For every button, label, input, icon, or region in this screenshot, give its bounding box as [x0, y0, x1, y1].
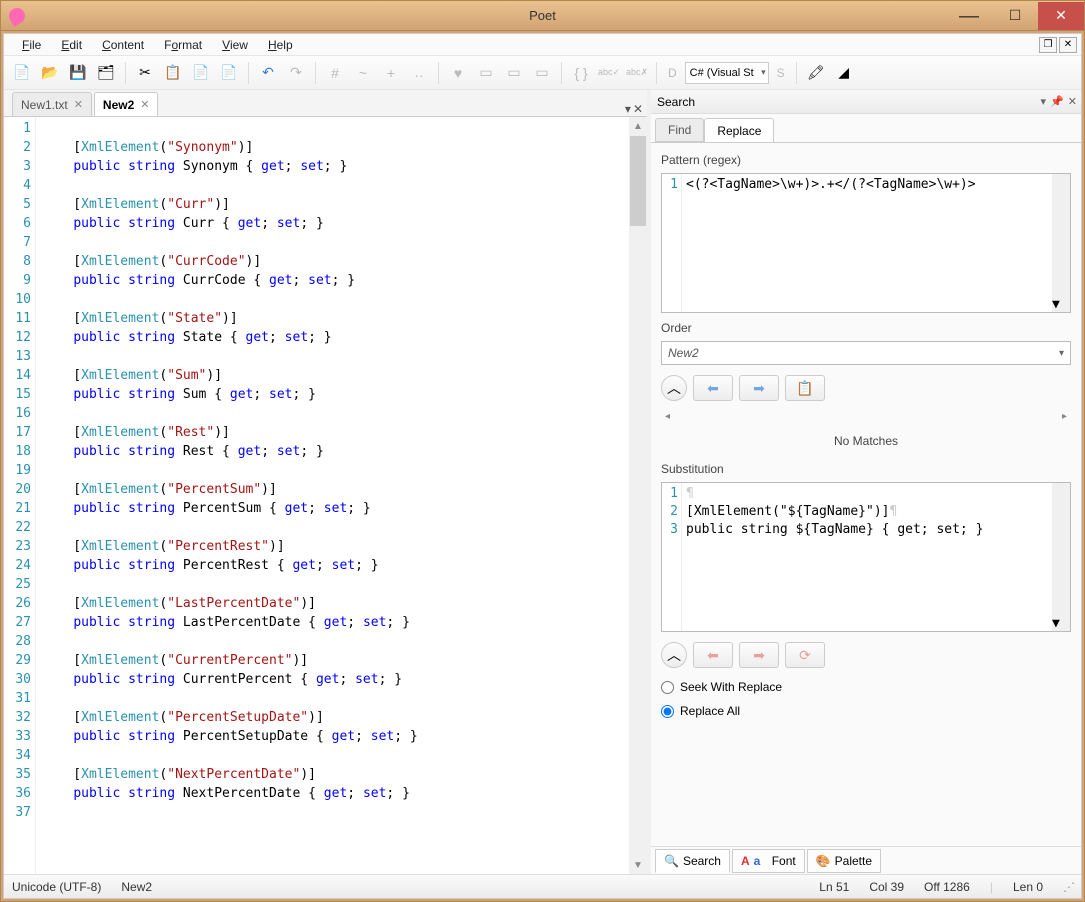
pattern-input[interactable]: 1 <(?<TagName>\w+)>.+</(?<TagName>\w+)> … — [661, 173, 1071, 313]
scroll-up-icon[interactable]: ▲ — [629, 117, 647, 135]
style-prefix: S — [773, 66, 789, 80]
language-combo[interactable]: C# (Visual St — [685, 62, 769, 84]
titlebar[interactable]: Poet — ☐ ✕ — [1, 1, 1084, 31]
redo-icon[interactable]: ↷ — [284, 61, 308, 85]
list-matches-button[interactable]: 📋 — [785, 375, 825, 401]
abc-x-icon[interactable]: abc✗ — [625, 61, 649, 85]
menu-file[interactable]: File — [14, 36, 49, 54]
menu-format[interactable]: Format — [156, 36, 210, 54]
binoculars-icon: 🔍 — [664, 854, 679, 868]
editor-pane: New1.txt✕ New2✕ ▾ ✕ 12345678910111213141… — [4, 90, 651, 874]
document-tabs: New1.txt✕ New2✕ ▾ ✕ — [4, 90, 647, 116]
order-combo[interactable]: New2 — [661, 341, 1071, 365]
dialect-prefix: D — [664, 66, 681, 80]
hash-icon[interactable]: # — [323, 61, 347, 85]
search-panel: Search ▾ 📌 ✕ Find Replace Pattern (regex… — [651, 90, 1081, 874]
restore-icon[interactable]: ❐ — [1039, 37, 1057, 53]
panel-pin-icon[interactable]: 📌 — [1050, 95, 1064, 108]
line-gutter: 1234567891011121314151617181920212223242… — [4, 117, 36, 874]
collapse-up2-button[interactable]: ︿ — [661, 642, 687, 668]
close-button[interactable]: ✕ — [1038, 2, 1084, 30]
replace-all-radio[interactable]: Replace All — [661, 702, 1071, 720]
window-title: Poet — [529, 8, 556, 23]
status-encoding: Unicode (UTF-8) — [12, 880, 101, 894]
close-tab-icon[interactable]: ✕ — [140, 98, 149, 111]
copy-icon[interactable]: 📋 — [161, 61, 185, 85]
tilde-icon[interactable]: ~ — [351, 61, 375, 85]
code-content[interactable]: [XmlElement("Synonym")] public string Sy… — [36, 117, 629, 874]
new-file-icon[interactable]: 📄 — [10, 61, 34, 85]
menu-content[interactable]: Content — [94, 36, 152, 54]
panel-close-icon[interactable]: ✕ — [1068, 95, 1077, 108]
replace-prev-button[interactable]: ⬅ — [693, 642, 733, 668]
statusbar: Unicode (UTF-8) New2 Ln 51 Col 39 Off 12… — [4, 874, 1081, 898]
scroll-down-icon[interactable]: ▼ — [629, 856, 647, 874]
pattern-label: Pattern (regex) — [661, 153, 1071, 167]
substitution-label: Substitution — [661, 462, 1071, 476]
abc-check-icon[interactable]: abc✓ — [597, 61, 621, 85]
tab-replace[interactable]: Replace — [704, 118, 774, 142]
braces-icon[interactable]: { } — [569, 61, 593, 85]
dotdot-icon[interactable]: ‥ — [407, 61, 431, 85]
status-len: Len 0 — [1013, 880, 1043, 894]
tab-new1[interactable]: New1.txt✕ — [12, 92, 92, 116]
heart-icon[interactable]: ♥ — [446, 61, 470, 85]
paste-special-icon[interactable]: 📄 — [217, 61, 241, 85]
save-all-icon[interactable]: 🗂 — [94, 61, 118, 85]
resize-grip-icon[interactable]: ⋰ — [1063, 880, 1073, 894]
tabs-dropdown-icon[interactable]: ▾ — [625, 102, 631, 116]
bottom-tab-font[interactable]: Aa Font — [732, 849, 805, 873]
plus-icon[interactable]: + — [379, 61, 403, 85]
seek-with-replace-radio[interactable]: Seek With Replace — [661, 678, 1071, 696]
open-file-icon[interactable]: 📂 — [38, 61, 62, 85]
menubar: File Edit Content Format View Help ❐ ✕ — [4, 34, 1081, 56]
tabs-close-icon[interactable]: ✕ — [633, 102, 643, 116]
menu-help[interactable]: Help — [260, 36, 301, 54]
search-panel-title: Search ▾ 📌 ✕ — [651, 90, 1081, 114]
status-line: Ln 51 — [819, 880, 849, 894]
bottom-tab-palette[interactable]: 🎨Palette — [807, 849, 881, 873]
next-match-button[interactable]: ➡ — [739, 375, 779, 401]
replace-next-button[interactable]: ➡ — [739, 642, 779, 668]
tab-find[interactable]: Find — [655, 118, 704, 142]
maximize-button[interactable]: ☐ — [992, 2, 1038, 30]
order-label: Order — [661, 321, 1071, 335]
collapse-up-button[interactable]: ︿ — [661, 375, 687, 401]
lang1-icon[interactable]: ▭ — [474, 61, 498, 85]
tab-new2[interactable]: New2✕ — [94, 92, 159, 116]
prev-match-button[interactable]: ⬅ — [693, 375, 733, 401]
highlight-icon[interactable]: 🖍 — [804, 61, 828, 85]
font-icon: A — [741, 854, 750, 868]
panel-menu-icon[interactable]: ▾ — [1041, 95, 1047, 108]
vertical-scrollbar[interactable]: ▲ ▼ — [629, 117, 647, 874]
status-off: Off 1286 — [924, 880, 970, 894]
cut-icon[interactable]: ✂ — [133, 61, 157, 85]
status-col: Col 39 — [869, 880, 904, 894]
scroll-right-icon[interactable]: ▸ — [1062, 411, 1067, 422]
scroll-thumb[interactable] — [630, 136, 646, 226]
close-inner-icon[interactable]: ✕ — [1059, 37, 1077, 53]
window: Poet — ☐ ✕ File Edit Content Format View… — [0, 0, 1085, 902]
scroll-left-icon[interactable]: ◂ — [665, 411, 670, 422]
undo-icon[interactable]: ↶ — [256, 61, 280, 85]
save-icon[interactable]: 💾 — [66, 61, 90, 85]
close-tab-icon[interactable]: ✕ — [74, 98, 83, 111]
bottom-tabs: 🔍Search Aa Font 🎨Palette — [651, 846, 1081, 874]
palette-icon: 🎨 — [816, 854, 831, 868]
menu-edit[interactable]: Edit — [53, 36, 90, 54]
paste-icon[interactable]: 📄 — [189, 61, 213, 85]
minimize-button[interactable]: — — [946, 2, 992, 30]
menu-view[interactable]: View — [214, 36, 256, 54]
replace-refresh-button[interactable]: ⟳ — [785, 642, 825, 668]
code-editor[interactable]: 1234567891011121314151617181920212223242… — [4, 116, 647, 874]
lang2-icon[interactable]: ▭ — [502, 61, 526, 85]
substitution-input[interactable]: 123 ¶ [XmlElement("${TagName}")]¶ public… — [661, 482, 1071, 632]
bottom-tab-search[interactable]: 🔍Search — [655, 849, 730, 873]
app-icon — [6, 5, 28, 27]
lang3-icon[interactable]: ▭ — [530, 61, 554, 85]
toolbar: 📄 📂 💾 🗂 ✂ 📋 📄 📄 ↶ ↷ # ~ + ‥ ♥ ▭ ▭ ▭ { } … — [4, 56, 1081, 90]
erase-icon[interactable]: ◢ — [832, 61, 856, 85]
status-file: New2 — [121, 880, 152, 894]
no-matches-label: No Matches — [661, 428, 1071, 454]
